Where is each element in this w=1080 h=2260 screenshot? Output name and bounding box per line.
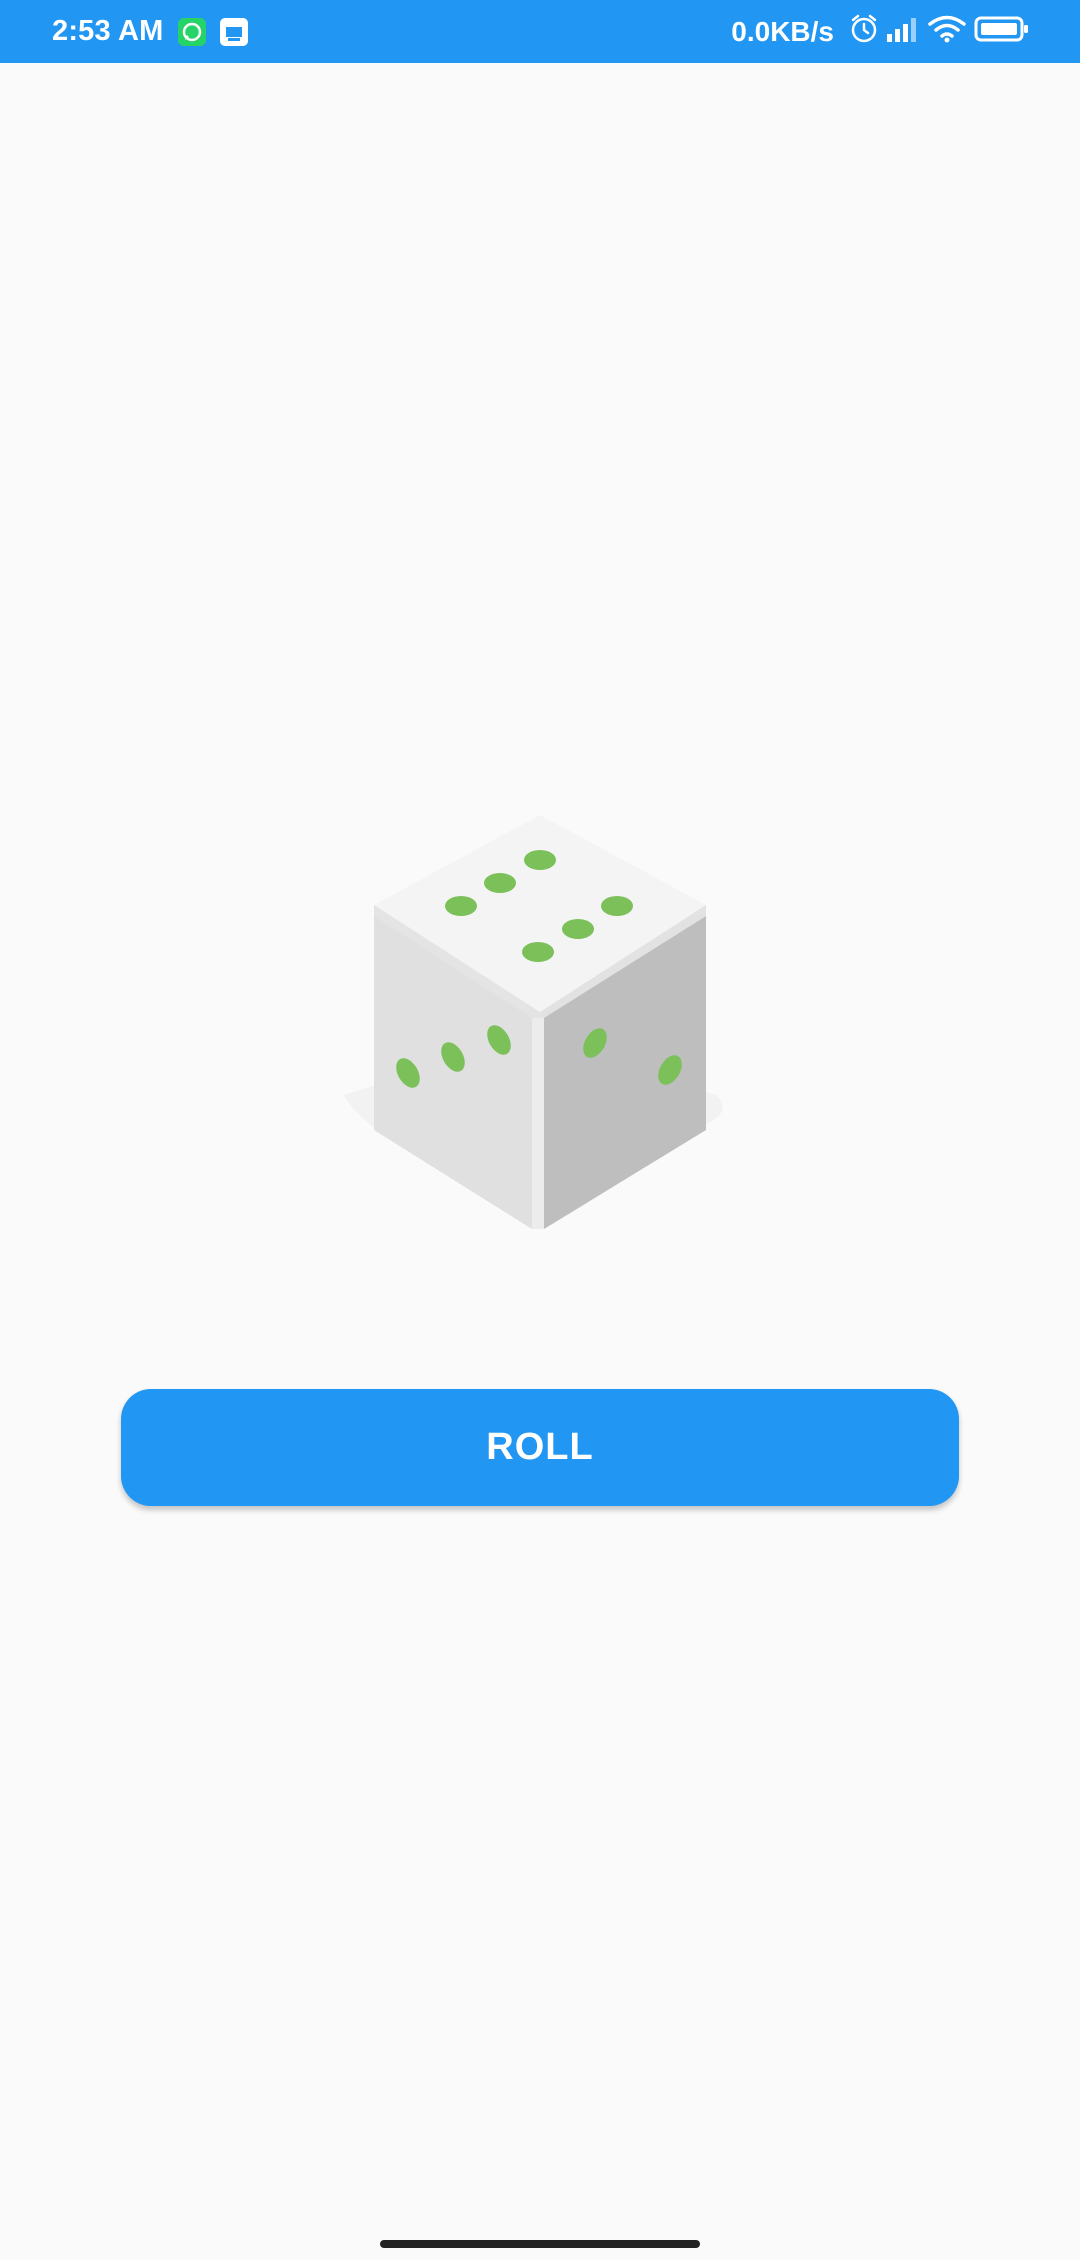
- status-right: 0.0KB/s: [731, 0, 1030, 63]
- signal-icon: [886, 16, 920, 47]
- alarm-icon: [850, 14, 878, 49]
- status-bar: 2:53 AM 0.0KB/s: [0, 0, 1080, 63]
- wifi-icon: [928, 15, 966, 48]
- status-left: 2:53 AM: [52, 0, 248, 63]
- battery-icon: [974, 16, 1030, 47]
- main-content: [0, 63, 1080, 2260]
- whatsapp-icon: [177, 17, 206, 46]
- roll-button[interactable]: ROLL: [121, 1389, 959, 1506]
- dice-icon: [344, 815, 723, 1230]
- status-time: 2:53 AM: [52, 15, 164, 47]
- app-notification-icon: [219, 17, 248, 46]
- network-speed: 0.0KB/s: [731, 15, 834, 47]
- dice-image: [344, 750, 736, 1243]
- home-indicator[interactable]: [380, 2240, 700, 2248]
